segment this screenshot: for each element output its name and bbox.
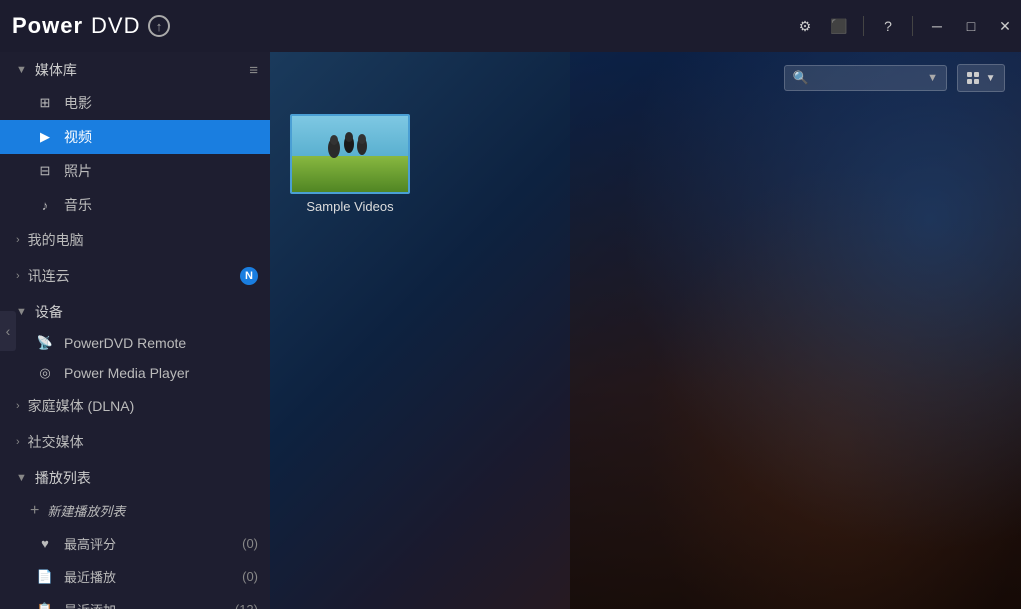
cast-button[interactable]: ⬛ bbox=[823, 10, 855, 42]
playlists-header[interactable]: ▼ 播放列表 bbox=[0, 460, 270, 494]
xunlian-chevron: › bbox=[16, 270, 20, 282]
search-bar[interactable]: 🔍 ▼ bbox=[784, 65, 947, 91]
social-media-section[interactable]: › 社交媒体 bbox=[0, 424, 270, 460]
devices-label: 设备 bbox=[35, 302, 258, 322]
movies-label: 电影 bbox=[64, 93, 92, 113]
sidebar-item-music[interactable]: ♪ 音乐 bbox=[0, 188, 270, 222]
home-dlna-label: 家庭媒体 (DLNA) bbox=[28, 396, 135, 416]
home-dlna-section[interactable]: › 家庭媒体 (DLNA) bbox=[0, 388, 270, 424]
content-grid: Sample Videos bbox=[270, 104, 1021, 224]
minimize-button[interactable]: ─ bbox=[921, 10, 953, 42]
playlists-label: 播放列表 bbox=[35, 468, 258, 488]
title-bar-controls: ⚙ ⬛ ? ─ □ ✕ bbox=[789, 0, 1021, 52]
close-button[interactable]: ✕ bbox=[989, 10, 1021, 42]
folder-item-sample-videos[interactable]: Sample Videos bbox=[290, 114, 410, 214]
powerdvd-remote-icon: 📡 bbox=[36, 335, 54, 351]
grid-icon bbox=[967, 72, 981, 84]
devices-header[interactable]: ▼ 设备 bbox=[0, 294, 270, 328]
playlist-item-recent-add[interactable]: 📋 最近添加 (12) bbox=[0, 593, 270, 609]
my-computer-section[interactable]: › 我的电脑 bbox=[0, 222, 270, 258]
xunlian-badge: N bbox=[240, 267, 258, 285]
main-area: ▼ 媒体库 ≡ ⊞ 电影 ▶ 视频 ⊟ 照片 ♪ 音乐 › 我的电脑 › 讯连云 bbox=[0, 52, 1021, 609]
media-library-header[interactable]: ▼ 媒体库 ≡ bbox=[0, 52, 270, 86]
music-label: 音乐 bbox=[64, 195, 92, 215]
app-title: Power DVD ↑ bbox=[12, 13, 170, 39]
search-dropdown-arrow[interactable]: ▼ bbox=[927, 72, 938, 84]
recent-play-label: 最近播放 bbox=[64, 567, 116, 586]
sidebar-item-photos[interactable]: ⊟ 照片 bbox=[0, 154, 270, 188]
top-rated-label: 最高评分 bbox=[64, 534, 116, 553]
search-input[interactable] bbox=[813, 71, 923, 86]
my-computer-label: 我的电脑 bbox=[28, 230, 84, 250]
movies-icon: ⊞ bbox=[36, 95, 54, 111]
sidebar-item-power-media-player[interactable]: ◎ Power Media Player bbox=[0, 358, 270, 388]
view-dropdown-arrow[interactable]: ▼ bbox=[986, 73, 996, 84]
recent-play-count: (0) bbox=[242, 569, 258, 584]
new-playlist-label: 新建播放列表 bbox=[47, 501, 125, 520]
maximize-button[interactable]: □ bbox=[955, 10, 987, 42]
help-button[interactable]: ? bbox=[872, 10, 904, 42]
controls-separator bbox=[863, 16, 864, 36]
power-media-player-icon: ◎ bbox=[36, 365, 54, 381]
sort-icon[interactable]: ≡ bbox=[249, 62, 258, 79]
sidebar-item-movies[interactable]: ⊞ 电影 bbox=[0, 86, 270, 120]
recent-play-icon: 📄 bbox=[36, 569, 54, 585]
music-icon: ♪ bbox=[36, 198, 54, 213]
xunlian-label: 讯连云 bbox=[28, 266, 70, 286]
videos-label: 视频 bbox=[64, 127, 92, 147]
playlists-chevron: ▼ bbox=[16, 472, 27, 484]
media-library-chevron: ▼ bbox=[16, 64, 27, 76]
app-name-rest: DVD bbox=[91, 13, 140, 39]
top-rated-count: (0) bbox=[242, 536, 258, 551]
videos-icon: ▶ bbox=[36, 129, 54, 145]
thumbnail-image bbox=[292, 116, 408, 192]
heart-icon: ♥ bbox=[36, 536, 54, 551]
folder-name: Sample Videos bbox=[306, 199, 393, 214]
new-playlist-button[interactable]: + 新建播放列表 bbox=[0, 494, 270, 527]
powerdvd-remote-label: PowerDVD Remote bbox=[64, 335, 186, 351]
content-header: 🔍 ▼ ▼ bbox=[270, 52, 1021, 104]
recent-add-icon: 📋 bbox=[36, 602, 54, 609]
my-computer-chevron: › bbox=[16, 234, 20, 246]
media-library-label: 媒体库 bbox=[35, 60, 249, 80]
playlist-item-recent-play[interactable]: 📄 最近播放 (0) bbox=[0, 560, 270, 593]
home-dlna-chevron: › bbox=[16, 400, 20, 412]
app-name-bold: Power bbox=[12, 13, 83, 39]
search-icon: 🔍 bbox=[793, 70, 809, 86]
settings-button[interactable]: ⚙ bbox=[789, 10, 821, 42]
sidebar-collapse-button[interactable] bbox=[0, 311, 16, 351]
plus-icon: + bbox=[30, 502, 39, 520]
recent-add-label: 最近添加 bbox=[64, 600, 116, 609]
photos-icon: ⊟ bbox=[36, 163, 54, 179]
upload-icon[interactable]: ↑ bbox=[148, 15, 170, 37]
photos-label: 照片 bbox=[64, 161, 92, 181]
xunlian-cloud-section[interactable]: › 讯连云 N bbox=[0, 258, 270, 294]
folder-thumbnail bbox=[290, 114, 410, 194]
title-bar: Power DVD ↑ ⚙ ⬛ ? ─ □ ✕ bbox=[0, 0, 1021, 52]
social-media-chevron: › bbox=[16, 436, 20, 448]
sidebar: ▼ 媒体库 ≡ ⊞ 电影 ▶ 视频 ⊟ 照片 ♪ 音乐 › 我的电脑 › 讯连云 bbox=[0, 52, 270, 609]
sidebar-item-powerdvd-remote[interactable]: 📡 PowerDVD Remote bbox=[0, 328, 270, 358]
sidebar-item-videos[interactable]: ▶ 视频 bbox=[0, 120, 270, 154]
controls-separator2 bbox=[912, 16, 913, 36]
playlist-item-top-rated[interactable]: ♥ 最高评分 (0) bbox=[0, 527, 270, 560]
view-toggle-button[interactable]: ▼ bbox=[957, 64, 1005, 92]
recent-add-count: (12) bbox=[235, 602, 258, 609]
power-media-player-label: Power Media Player bbox=[64, 365, 189, 381]
social-media-label: 社交媒体 bbox=[28, 432, 84, 452]
content-area: 🔍 ▼ ▼ bbox=[270, 52, 1021, 609]
devices-chevron: ▼ bbox=[16, 306, 27, 318]
